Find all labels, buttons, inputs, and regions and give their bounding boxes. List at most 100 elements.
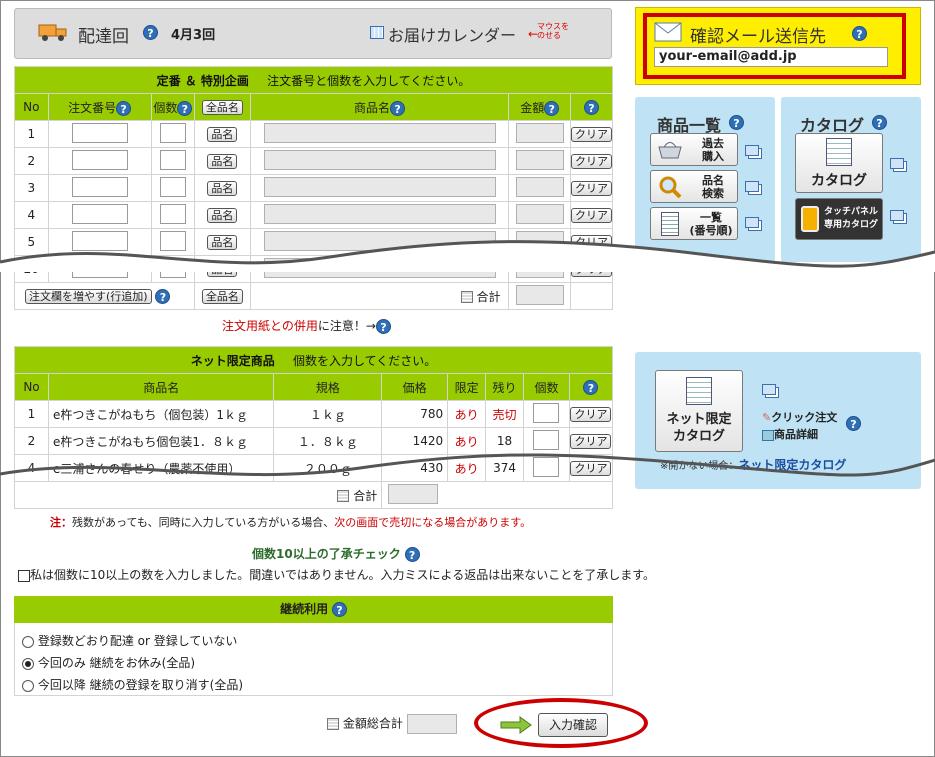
open-window-icon[interactable] xyxy=(745,181,759,192)
clear-button[interactable]: クリア xyxy=(570,234,612,250)
quantity-input[interactable] xyxy=(159,230,186,251)
net-catalog-link[interactable]: ネット限定カタログ xyxy=(738,458,846,472)
radio-button[interactable] xyxy=(22,679,34,692)
help-icon[interactable]: ? xyxy=(872,115,887,130)
calculator-icon xyxy=(460,291,473,303)
help-icon[interactable]: ? xyxy=(390,100,406,116)
add-rows-button[interactable]: 注文欄を増やす(行追加) xyxy=(25,288,152,304)
col-amount-label: 金額 xyxy=(520,100,545,115)
check10-checkbox[interactable] xyxy=(18,569,30,582)
order-number-input[interactable] xyxy=(71,230,128,251)
help-icon[interactable]: ? xyxy=(729,115,744,130)
product-detail-link[interactable]: 商品詳細 xyxy=(762,426,818,442)
table-row: 2 品名 クリア xyxy=(14,147,614,175)
help-icon[interactable]: ? xyxy=(177,100,193,116)
table-row: 20 品名 クリア xyxy=(14,255,614,283)
quantity-input[interactable] xyxy=(533,429,560,450)
list-by-number-button[interactable]: 一覧 (番号順) xyxy=(650,207,738,240)
product-cell xyxy=(249,255,510,283)
qty-cell xyxy=(150,147,196,175)
product-name-button[interactable]: 品名 xyxy=(207,234,238,250)
amount-field xyxy=(515,203,564,224)
net-row-product: e杵つきこがねもち（個包装）1ｋｇ xyxy=(47,400,275,428)
catalog-button-label: カタログ xyxy=(811,173,867,189)
all-names-button[interactable]: 全品名 xyxy=(201,288,243,304)
all-names-button[interactable]: 全品名 xyxy=(201,99,243,115)
continue-option[interactable]: 今回以降 継続の登録を取り消す(全品) xyxy=(22,674,243,696)
order-number-input[interactable] xyxy=(71,257,128,278)
amount-cell xyxy=(508,120,571,148)
open-window-icon[interactable] xyxy=(745,217,759,228)
calendar-link[interactable]: お届けカレンダー xyxy=(388,22,516,46)
order-no-cell xyxy=(47,201,152,229)
radio-button[interactable] xyxy=(22,657,34,670)
radio-button[interactable] xyxy=(22,635,34,648)
product-name-button[interactable]: 品名 xyxy=(207,180,238,196)
help-icon[interactable]: ? xyxy=(852,26,867,41)
clear-button[interactable]: クリア xyxy=(570,406,612,422)
continue-option[interactable]: 今回のみ 継続をお休み(全品) xyxy=(22,652,243,674)
order-note-rest: に注意！→ xyxy=(317,319,376,333)
product-name-button[interactable]: 品名 xyxy=(207,153,238,169)
help-icon[interactable]: ? xyxy=(116,100,132,116)
click-order-link[interactable]: ✎クリック注文 xyxy=(762,409,837,425)
quantity-input[interactable] xyxy=(159,176,186,197)
net-catalog-button[interactable]: ネット限定 カタログ xyxy=(655,370,743,452)
amount-field xyxy=(515,122,564,143)
continue-option[interactable]: 登録数どおり配達 or 登録していない xyxy=(22,630,243,652)
product-name-button[interactable]: 品名 xyxy=(207,261,238,277)
clear-button[interactable]: クリア xyxy=(570,460,612,476)
quantity-input[interactable] xyxy=(159,149,186,170)
email-field[interactable]: your-email@add.jp xyxy=(654,47,888,67)
net-col-limited: 限定 xyxy=(447,373,487,401)
clear-button[interactable]: クリア xyxy=(570,180,612,196)
name-search-button[interactable]: 品名 検索 xyxy=(650,170,738,203)
open-window-icon[interactable] xyxy=(890,158,904,169)
order-table: 定番 ＆ 特別企画 注文番号と個数を入力してください。 No 注文番号? 個数?… xyxy=(13,66,614,310)
catalog-button[interactable]: カタログ xyxy=(795,133,883,193)
continue-option-label: 今回のみ 継続をお休み(全品) xyxy=(37,656,196,670)
quantity-input[interactable] xyxy=(533,456,560,477)
product-name-button[interactable]: 品名 xyxy=(207,207,238,223)
qty-cell xyxy=(150,174,196,202)
product-name-button[interactable]: 品名 xyxy=(207,126,238,142)
clear-button[interactable]: クリア xyxy=(570,153,612,169)
calculator-icon xyxy=(337,490,350,502)
product-cell xyxy=(249,120,510,148)
order-number-input[interactable] xyxy=(71,176,128,197)
order-number-input[interactable] xyxy=(71,122,128,143)
help-icon[interactable]: ? xyxy=(846,416,861,431)
quantity-input[interactable] xyxy=(159,257,186,278)
open-window-icon[interactable] xyxy=(762,384,776,395)
help-icon[interactable]: ? xyxy=(331,602,347,617)
past-purchase-button[interactable]: 過去 購入 xyxy=(650,133,738,166)
open-window-icon[interactable] xyxy=(745,145,759,156)
order-number-input[interactable] xyxy=(71,203,128,224)
help-icon[interactable]: ? xyxy=(544,100,560,116)
grand-total-row: 金額総合計 xyxy=(327,714,457,734)
help-icon[interactable]: ? xyxy=(404,547,420,562)
touch-catalog-button[interactable]: タッチパネル 専用カタログ xyxy=(795,198,883,240)
clear-button[interactable]: クリア xyxy=(570,261,612,277)
help-icon[interactable]: ? xyxy=(143,25,158,40)
table-row: 1 e杵つきこがねもち（個包装）1ｋｇ １ｋｇ 780 あり 売切 クリア xyxy=(14,400,614,428)
net-row-spec: ２００ｇ xyxy=(273,454,383,482)
clear-button[interactable]: クリア xyxy=(570,207,612,223)
help-icon[interactable]: ? xyxy=(375,319,391,334)
clear-button[interactable]: クリア xyxy=(570,433,612,449)
quantity-input[interactable] xyxy=(159,122,186,143)
clear-button[interactable]: クリア xyxy=(570,126,612,142)
quantity-input[interactable] xyxy=(533,402,560,423)
confirm-button[interactable]: 入力確認 xyxy=(538,713,608,737)
net-col-clear: ? xyxy=(568,373,614,401)
order-number-input[interactable] xyxy=(71,149,128,170)
help-icon[interactable]: ? xyxy=(583,379,599,395)
order-no-cell xyxy=(47,147,152,175)
help-icon[interactable]: ? xyxy=(155,288,171,304)
net-clear-cell: クリア xyxy=(568,427,614,455)
table-row: 5 品名 クリア xyxy=(14,228,614,256)
quantity-input[interactable] xyxy=(159,203,186,224)
help-icon[interactable]: ? xyxy=(583,99,599,115)
clear-cell: クリア xyxy=(569,201,614,229)
open-window-icon[interactable] xyxy=(890,210,904,221)
